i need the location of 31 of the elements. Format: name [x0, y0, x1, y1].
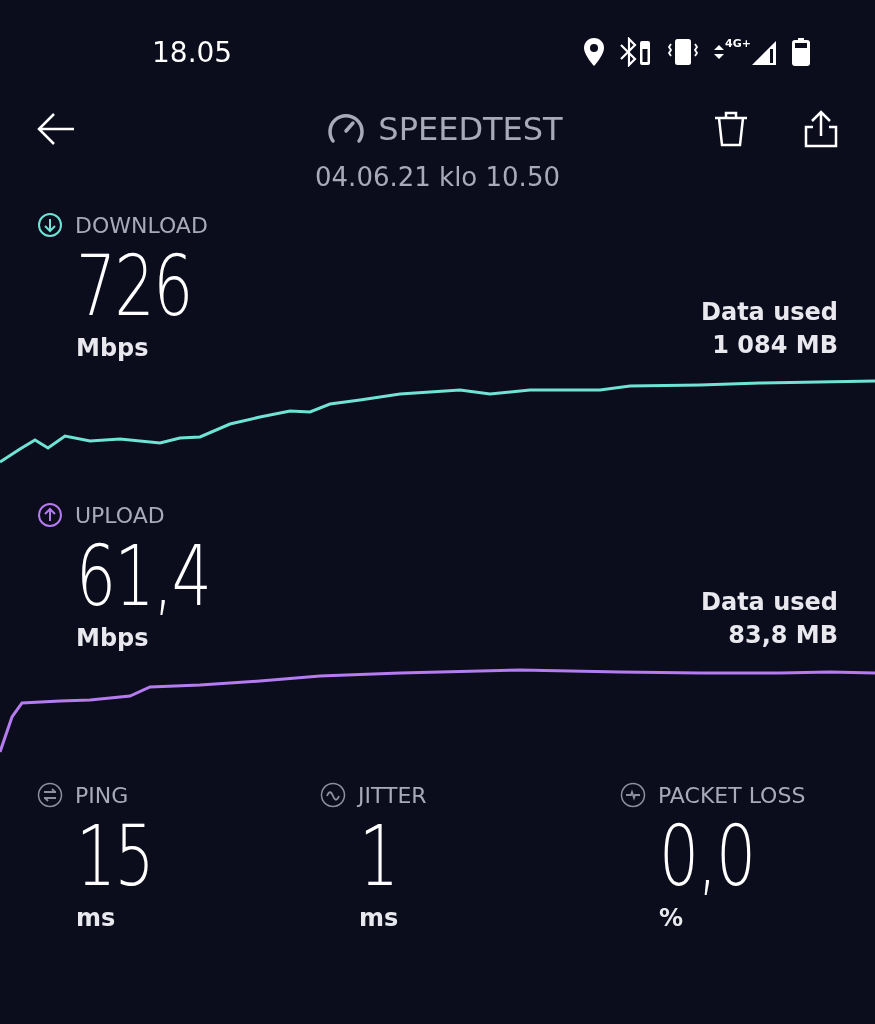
- data-used-label: Data used: [701, 297, 838, 328]
- stat-value: 15: [76, 808, 155, 904]
- vibrate-icon: [667, 37, 700, 67]
- app-title: SPEEDTEST: [378, 110, 563, 148]
- metric-label: UPLOAD: [75, 502, 165, 528]
- data-used-value: 83,8 MB: [728, 620, 838, 651]
- network-type: 4G+: [725, 37, 751, 50]
- location-icon: [583, 37, 606, 67]
- speed-value: 726: [76, 238, 192, 334]
- back-button[interactable]: [36, 111, 76, 147]
- metric-label: DOWNLOAD: [75, 212, 208, 238]
- speed-unit: Mbps: [76, 334, 150, 362]
- stat-value: 0,0: [659, 808, 756, 904]
- metric-label: JITTER: [358, 782, 427, 808]
- stat-unit: ms: [359, 904, 400, 932]
- data-used-value: 1 084 MB: [712, 330, 838, 361]
- ping-icon: [37, 782, 63, 808]
- battery-icon: [791, 37, 811, 67]
- stat-unit: %: [659, 904, 685, 932]
- status-time: 18.05: [152, 35, 233, 69]
- speed-unit: Mbps: [76, 624, 150, 652]
- stat-unit: ms: [76, 904, 117, 932]
- share-button[interactable]: [803, 110, 839, 148]
- data-used-label: Data used: [701, 587, 838, 618]
- stat-value: 1: [359, 808, 399, 904]
- delete-button[interactable]: [713, 110, 749, 148]
- wave-icon: [320, 782, 346, 808]
- speed-value: 61,4: [76, 528, 211, 624]
- metric-label: PING: [75, 782, 129, 808]
- test-date: 04.06.21 klo 10.50: [314, 162, 561, 192]
- metric-label: PACKET LOSS: [658, 782, 806, 808]
